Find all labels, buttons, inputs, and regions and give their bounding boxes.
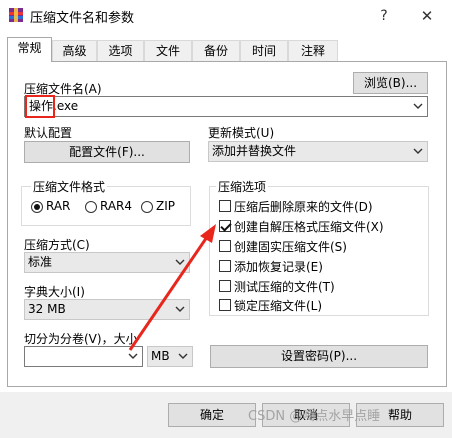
checkbox-lock-label: 锁定压缩文件(L) [234,299,323,313]
checkbox-solid[interactable] [219,240,231,252]
method-label: 压缩方式(C) [24,238,90,252]
radio-rar-label: RAR [46,199,71,213]
checkbox-solid-label: 创建固实压缩文件(S) [234,240,347,254]
tab-time[interactable]: 时间 [240,40,288,61]
checkbox-recovery-label: 添加恢复记录(E) [234,260,323,274]
update-mode-select[interactable]: 添加并替换文件 [208,141,428,162]
checkbox-sfx-label: 创建自解压格式压缩文件(X) [234,220,384,234]
profile-button[interactable]: 配置文件(F)... [24,141,190,163]
radio-rar4-label: RAR4 [100,199,133,213]
update-mode-value: 添加并替换文件 [212,144,297,158]
tab-advanced[interactable]: 高级 [52,40,97,61]
split-label: 切分为分卷(V)，大小 [24,332,138,346]
method-value: 标准 [28,255,53,269]
window-title: 压缩文件名和参数 [30,11,135,26]
chevron-down-icon [175,259,185,265]
help-title-button[interactable]: ? [372,5,396,27]
chevron-down-icon[interactable] [128,352,138,360]
chevron-down-icon [175,306,185,312]
dict-value: 32 MB [28,302,66,316]
tab-general[interactable]: 常规 [7,37,52,62]
archive-name-input[interactable]: 操作.exe [24,96,428,117]
compression-options-title: 压缩选项 [216,178,269,195]
tab-comment[interactable]: 注释 [288,40,338,61]
radio-zip-label: ZIP [156,199,175,213]
checkbox-recovery[interactable] [219,260,231,272]
tab-backup[interactable]: 备份 [192,40,240,61]
checkbox-delete-after-label: 压缩后删除原来的文件(D) [234,200,373,214]
browse-button[interactable]: 浏览(B)... [353,72,428,94]
watermark: CSDN @喝点水早点睡 [248,409,381,424]
checkbox-sfx[interactable] [219,220,231,232]
radio-rar[interactable] [31,201,43,213]
checkbox-delete-after[interactable] [219,200,231,212]
close-button[interactable]: ✕ [414,5,440,27]
split-size-input[interactable] [24,346,143,367]
archive-name-ext: .exe [53,99,79,113]
split-unit-value: MB [151,349,170,363]
checkbox-lock[interactable] [219,299,231,311]
tab-files[interactable]: 文件 [144,40,192,61]
radio-rar4[interactable] [85,201,97,213]
dict-select[interactable]: 32 MB [24,299,190,320]
chevron-down-icon [178,353,188,359]
chevron-down-icon [413,148,423,154]
tab-options[interactable]: 选项 [97,40,144,61]
ok-button[interactable]: 确定 [168,403,256,427]
method-select[interactable]: 标准 [24,252,190,273]
set-password-button[interactable]: 设置密码(P)... [210,345,428,368]
chevron-down-icon[interactable] [413,102,423,110]
split-unit-select[interactable]: MB [147,346,193,367]
checkbox-test[interactable] [219,280,231,292]
winrar-app-icon [9,8,23,22]
update-mode-label: 更新模式(U) [208,126,275,140]
highlight-box [25,95,55,118]
radio-zip[interactable] [141,201,153,213]
default-profile-label: 默认配置 [24,126,73,140]
dict-label: 字典大小(I) [24,285,85,299]
archive-format-title: 压缩文件格式 [31,178,108,195]
checkbox-test-label: 测试压缩的文件(T) [234,280,335,294]
